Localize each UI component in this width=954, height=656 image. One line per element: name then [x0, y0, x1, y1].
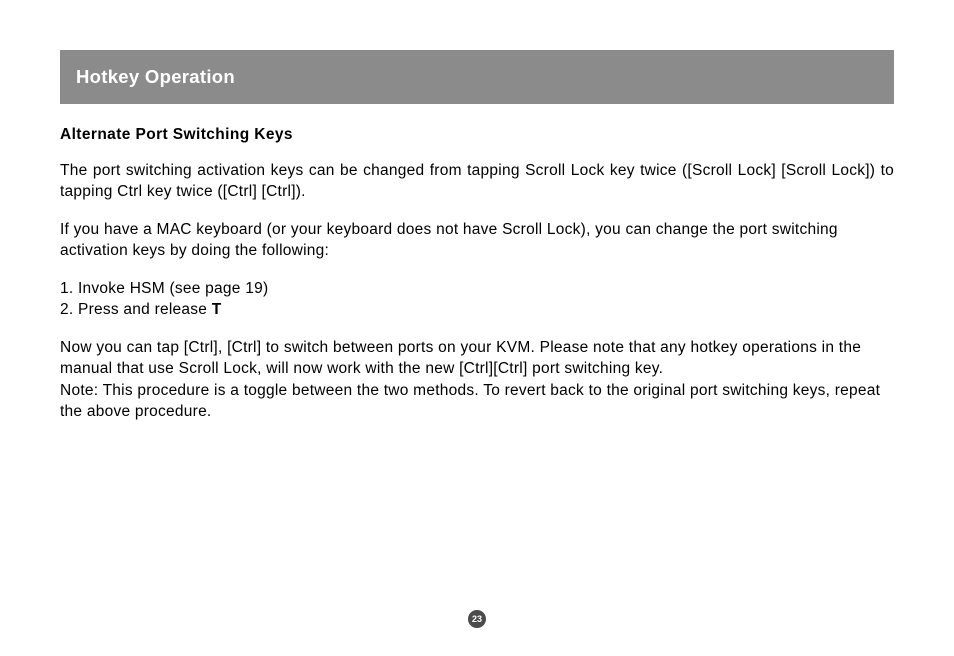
list-item-prefix: 2. Press and release: [60, 301, 212, 318]
ordered-list: 1. Invoke HSM (see page 19) 2. Press and…: [60, 278, 894, 321]
paragraph-2: If you have a MAC keyboard (or your keyb…: [60, 219, 894, 262]
page-number-badge: 23: [468, 610, 486, 628]
paragraph-1: The port switching activation keys can b…: [60, 160, 894, 203]
list-item: 2. Press and release T: [60, 299, 894, 321]
paragraph-4: Note: This procedure is a toggle between…: [60, 380, 894, 423]
section-title: Hotkey Operation: [76, 66, 235, 87]
section-header: Hotkey Operation: [60, 50, 894, 104]
document-page: Hotkey Operation Alternate Port Switchin…: [0, 0, 954, 422]
subheading: Alternate Port Switching Keys: [60, 126, 894, 144]
page-number-wrap: 23: [0, 609, 954, 628]
list-item-bold: T: [212, 301, 222, 318]
paragraph-3: Now you can tap [Ctrl], [Ctrl] to switch…: [60, 337, 894, 380]
list-item: 1. Invoke HSM (see page 19): [60, 278, 894, 300]
